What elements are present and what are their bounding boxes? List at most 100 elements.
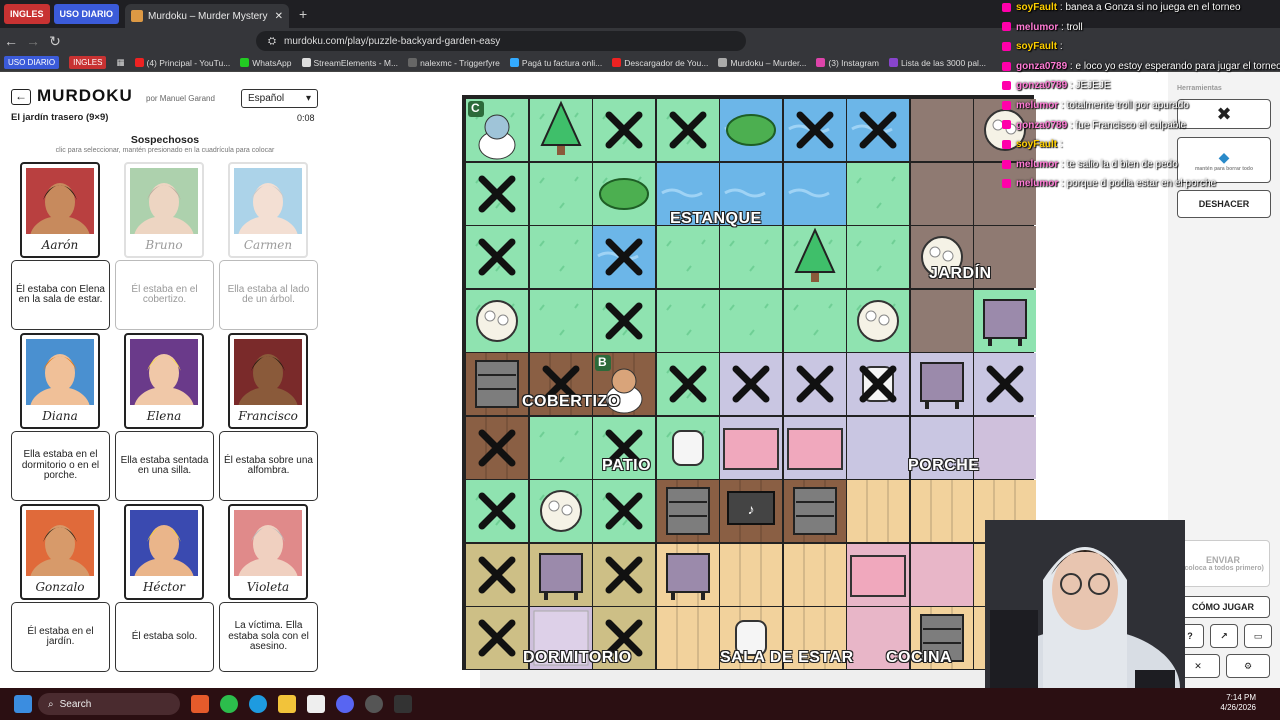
bookmark-murdoku[interactable]: Murdoku – Murder...: [718, 58, 806, 68]
board-cell[interactable]: [847, 353, 909, 415]
board-cell[interactable]: [466, 289, 528, 352]
board-cell[interactable]: [656, 543, 719, 606]
board-cell[interactable]: [783, 99, 846, 161]
submit-button[interactable]: ENVIAR (coloca a todos primero): [1176, 540, 1270, 587]
board-cell[interactable]: [466, 607, 528, 669]
whatsapp-icon[interactable]: [220, 695, 238, 713]
board-cell[interactable]: [720, 289, 782, 352]
board-cell[interactable]: [783, 416, 846, 479]
board-cell[interactable]: [847, 543, 909, 606]
capcut-icon[interactable]: [307, 695, 325, 713]
board-cell[interactable]: [847, 99, 909, 161]
placed-suspect-token[interactable]: C: [466, 99, 528, 161]
board-cell[interactable]: [910, 289, 973, 352]
language-select[interactable]: Español ▾: [241, 89, 318, 108]
board-cell[interactable]: [783, 543, 846, 606]
bookmark-streamelements[interactable]: StreamElements - M...: [301, 58, 398, 68]
board-cell[interactable]: [910, 480, 973, 542]
board-cell[interactable]: [847, 162, 909, 225]
board-cell[interactable]: [656, 480, 719, 542]
close-tab-icon[interactable]: ✕: [275, 11, 283, 22]
suspect-card[interactable]: Elena: [124, 333, 204, 429]
board-cell[interactable]: [656, 226, 719, 288]
board-cell[interactable]: [529, 99, 592, 161]
site-info-icon[interactable]: ⛭: [268, 36, 276, 47]
board-cell[interactable]: [783, 480, 846, 542]
url-field[interactable]: ⛭ murdoku.com/play/puzzle-backyard-garde…: [256, 31, 746, 51]
board-cell[interactable]: [847, 289, 909, 352]
board-cell[interactable]: [783, 353, 846, 415]
bookmark-lista-palabras[interactable]: Lista de las 3000 pal...: [888, 58, 986, 68]
file-explorer-icon[interactable]: [278, 695, 296, 713]
board-cell[interactable]: ♪: [720, 480, 782, 542]
board-cell[interactable]: [466, 353, 528, 415]
board-cell[interactable]: [656, 353, 719, 415]
board-cell[interactable]: [974, 353, 1036, 415]
bookmark-descargador[interactable]: Descargador de You...: [612, 58, 708, 68]
discord-icon[interactable]: [336, 695, 354, 713]
bookmark-youtube[interactable]: (4) Principal - YouTu...: [134, 58, 230, 68]
board-cell[interactable]: [720, 543, 782, 606]
board-cell[interactable]: [529, 226, 592, 288]
tab-group-ingles[interactable]: INGLES: [4, 4, 50, 24]
brave-icon[interactable]: [191, 695, 209, 713]
windows-start-icon[interactable]: [14, 695, 32, 713]
bookmark-instagram[interactable]: (3) Instagram: [816, 58, 879, 68]
share-icon[interactable]: ↗: [1210, 624, 1238, 648]
board-cell[interactable]: [783, 162, 846, 225]
board-cell[interactable]: [466, 226, 528, 288]
back-arrow-icon[interactable]: ←: [11, 89, 31, 105]
suspect-card[interactable]: Violeta: [228, 504, 308, 600]
board-cell[interactable]: [847, 226, 909, 288]
board-cell[interactable]: [720, 416, 782, 479]
board-cell[interactable]: [466, 416, 528, 479]
suspect-card[interactable]: Bruno: [124, 162, 204, 258]
board-cell[interactable]: [593, 480, 655, 542]
new-tab-icon[interactable]: +: [299, 6, 307, 22]
board-cell[interactable]: [593, 162, 655, 225]
board-cell[interactable]: [783, 226, 846, 288]
apps-grid-icon[interactable]: ▦: [116, 57, 124, 68]
board-cell[interactable]: [974, 416, 1036, 479]
board-cell[interactable]: [593, 99, 655, 161]
forward-icon[interactable]: →: [22, 33, 44, 49]
board-cell[interactable]: [720, 99, 782, 161]
suspect-card[interactable]: Carmen: [228, 162, 308, 258]
bookmark-factura[interactable]: Pagá tu factura onli...: [509, 58, 602, 68]
bookmark-group-uso-diario[interactable]: USO DIARIO: [4, 56, 60, 69]
board-cell[interactable]: [910, 99, 973, 161]
game-board[interactable]: ♪ C B ESTANQUE JARDÍN COBERTIZO PATIO PORCHE DOR…: [462, 95, 1036, 670]
board-cell[interactable]: [720, 226, 782, 288]
board-cell[interactable]: [910, 353, 973, 415]
board-cell[interactable]: [529, 162, 592, 225]
print-icon[interactable]: ▭: [1244, 624, 1272, 648]
tab-murdoku[interactable]: Murdoku – Murder Mystery me... ✕: [125, 4, 290, 28]
board-cell[interactable]: [783, 289, 846, 352]
bookmark-group-ingles[interactable]: INGLES: [69, 56, 107, 69]
suspect-card[interactable]: Francisco: [228, 333, 308, 429]
board-cell[interactable]: [720, 353, 782, 415]
settings-gear-icon[interactable]: ⚙: [1226, 654, 1270, 678]
board-cell[interactable]: [910, 543, 973, 606]
reload-icon[interactable]: ↻: [44, 33, 66, 50]
board-cell[interactable]: [466, 543, 528, 606]
suspect-card[interactable]: Diana: [20, 333, 100, 429]
board-cell[interactable]: [593, 226, 655, 288]
tab-group-uso-diario[interactable]: USO DIARIO: [53, 4, 120, 24]
bookmark-triggerfyre[interactable]: nalexmc - Triggerfyre: [408, 58, 500, 68]
taskbar-search[interactable]: ⌕ Search: [38, 693, 180, 715]
board-cell[interactable]: [847, 480, 909, 542]
board-cell[interactable]: [593, 289, 655, 352]
back-icon[interactable]: ←: [0, 33, 22, 49]
board-cell[interactable]: [529, 416, 592, 479]
board-cell[interactable]: [656, 289, 719, 352]
board-cell[interactable]: [529, 289, 592, 352]
board-cell[interactable]: [656, 607, 719, 669]
suspect-card[interactable]: Gonzalo: [20, 504, 100, 600]
bookmark-whatsapp[interactable]: WhatsApp: [240, 58, 292, 68]
system-clock[interactable]: 7:14 PM 4/26/2026: [1220, 693, 1256, 714]
suspect-card[interactable]: Aarón: [20, 162, 100, 258]
obs-icon[interactable]: [365, 695, 383, 713]
board-cell[interactable]: [974, 289, 1036, 352]
board-cell[interactable]: [466, 162, 528, 225]
